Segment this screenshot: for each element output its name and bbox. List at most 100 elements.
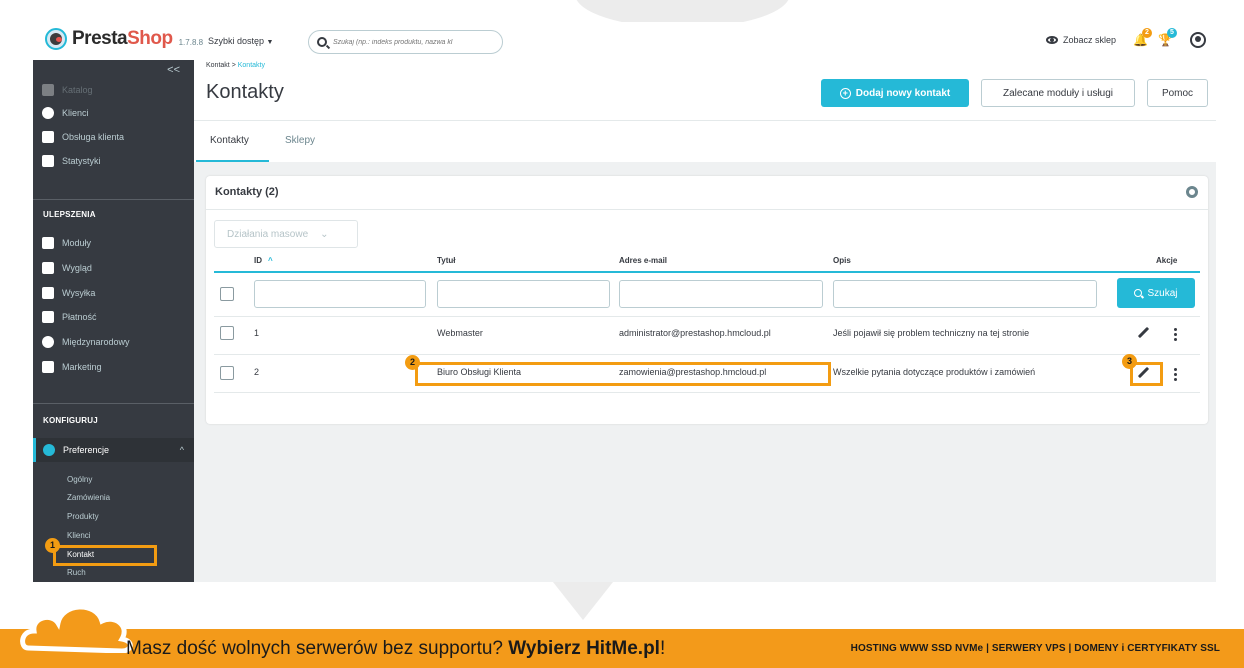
bulk-actions-dropdown[interactable]: Działania masowe ⌄ [214, 220, 358, 248]
sidebar-item-preferences[interactable]: Preferencje ^ [33, 438, 194, 462]
row-divider [214, 392, 1200, 393]
customers-icon [42, 107, 54, 119]
breadcrumb-current[interactable]: Kontakty [238, 62, 265, 69]
logo-text: PrestaShop [72, 28, 173, 49]
sidebar-item-customers[interactable]: Klienci [33, 103, 194, 123]
truck-icon [42, 287, 54, 299]
divider [33, 403, 194, 404]
table-header-line [214, 271, 1200, 273]
submenu-general[interactable]: Ogólny [67, 475, 92, 484]
column-id[interactable]: ID ^ [254, 256, 273, 265]
more-options-icon[interactable] [1174, 367, 1178, 381]
row-1-description: Jeśli pojawił się problem techniczny na … [833, 328, 1030, 338]
search-icon [1134, 289, 1143, 297]
highlight-box-2 [415, 362, 831, 386]
row-2-id: 2 [254, 367, 260, 377]
sidebar-item-design[interactable]: Wygląd [33, 258, 194, 278]
step-badge-3: 3 [1122, 354, 1137, 369]
search-icon [317, 37, 327, 47]
panel-title: Kontakty (2) [215, 186, 279, 198]
megaphone-icon [42, 361, 54, 373]
row-divider [214, 354, 1200, 355]
filter-title-input[interactable] [437, 280, 610, 308]
prestashop-logo[interactable]: PrestaShop 1.7.8.8 [45, 28, 203, 50]
trophy-badge: 5 [1167, 28, 1177, 38]
view-shop-link[interactable]: Zobacz sklep [1045, 35, 1116, 45]
search-button[interactable]: Szukaj [1117, 278, 1195, 308]
globe-icon [42, 336, 54, 348]
row-1-id: 1 [254, 328, 260, 338]
page-title: Kontakty [206, 81, 284, 103]
gear-icon[interactable] [1186, 186, 1198, 198]
sidebar-item-stats[interactable]: Statystyki [33, 151, 194, 171]
add-contact-button[interactable]: + Dodaj nowy kontakt [821, 79, 969, 107]
decorative-triangle [553, 582, 613, 620]
prestashop-logo-icon [45, 28, 67, 50]
user-account-icon[interactable] [1190, 32, 1206, 48]
sidebar-item-marketing[interactable]: Marketing [33, 357, 194, 377]
section-configure-heading: KONFIGURUJ [43, 416, 98, 425]
sidebar-item-shipping[interactable]: Wysyłka [33, 283, 194, 303]
version-label: 1.7.8.8 [178, 37, 204, 47]
collapse-sidebar-button[interactable]: << [167, 64, 180, 76]
orders-badge: 2 [1142, 28, 1152, 38]
puzzle-icon [42, 237, 54, 249]
cloud-icon [20, 604, 133, 653]
chevron-up-icon: ^ [179, 445, 184, 455]
row-1-email: administrator@prestashop.hmcloud.pl [619, 328, 771, 338]
chevron-down-icon: ⌄ [320, 228, 329, 240]
catalog-icon [42, 84, 54, 96]
submenu-orders[interactable]: Zamówienia [67, 493, 110, 502]
banner-slogan[interactable]: Masz dość wolnych serwerów bez supportu?… [126, 638, 665, 660]
breadcrumb: Kontakt > Kontakty [206, 62, 265, 69]
help-button[interactable]: Pomoc [1147, 79, 1208, 107]
monitor-icon [42, 262, 54, 274]
panel-divider [206, 209, 1208, 210]
top-bar: PrestaShop 1.7.8.8 Szybki dostęp ▼ Zobac… [33, 22, 1216, 60]
sidebar-item-catalog[interactable]: Katalog [33, 80, 194, 100]
row-1-title: Webmaster [437, 328, 483, 338]
tab-contacts[interactable]: Kontakty [210, 135, 249, 146]
row-2-description: Wszelkie pytania dotyczące produktów i z… [833, 367, 1036, 377]
submenu-traffic[interactable]: Ruch [67, 568, 86, 577]
column-email[interactable]: Adres e-mail [619, 256, 667, 265]
sidebar-item-international[interactable]: Międzynarodowy [33, 332, 194, 352]
column-description[interactable]: Opis [833, 256, 851, 265]
sidebar-item-customer-service[interactable]: Obsługa klienta [33, 127, 194, 147]
edit-pencil-icon[interactable] [1136, 326, 1150, 340]
tab-shops[interactable]: Sklepy [285, 135, 315, 146]
filter-email-input[interactable] [619, 280, 823, 308]
sort-asc-icon[interactable]: ^ [268, 256, 273, 265]
quick-access-dropdown[interactable]: Szybki dostęp ▼ [208, 36, 273, 46]
gear-icon [43, 444, 55, 456]
sidebar-item-modules[interactable]: Moduły [33, 233, 194, 253]
step-badge-2: 2 [405, 355, 420, 370]
contacts-panel: Kontakty (2) Działania masowe ⌄ ID ^ Tytuł… [206, 176, 1208, 424]
step-badge-1: 1 [45, 538, 60, 553]
row-checkbox[interactable] [220, 326, 234, 340]
trophy-icon[interactable]: 🏆 5 [1158, 28, 1177, 47]
filter-id-input[interactable] [254, 280, 426, 308]
bell-icon[interactable]: 🔔 2 [1133, 28, 1152, 47]
plus-circle-icon: + [839, 87, 851, 99]
stats-icon [42, 155, 54, 167]
caret-down-icon: ▼ [266, 39, 274, 46]
submenu-products[interactable]: Produkty [67, 512, 99, 521]
banner-services: HOSTING WWW SSD NVMe | SERWERY VPS | DOM… [850, 643, 1220, 654]
submenu-customers[interactable]: Klienci [67, 531, 91, 540]
eye-icon [1045, 36, 1058, 44]
divider [33, 199, 194, 200]
header-divider [194, 120, 1216, 121]
row-checkbox[interactable] [220, 366, 234, 380]
search-input[interactable] [333, 38, 498, 46]
more-options-icon[interactable] [1174, 327, 1178, 341]
column-title[interactable]: Tytuł [437, 256, 456, 265]
select-all-checkbox[interactable] [220, 287, 234, 301]
filter-description-input[interactable] [833, 280, 1097, 308]
breadcrumb-parent[interactable]: Kontakt [206, 62, 230, 69]
highlight-box-1 [53, 545, 157, 566]
search-box[interactable] [308, 30, 503, 54]
recommended-modules-button[interactable]: Zalecane moduły i usługi [981, 79, 1135, 107]
sidebar-item-payment[interactable]: Płatność [33, 307, 194, 327]
chat-icon [42, 131, 54, 143]
